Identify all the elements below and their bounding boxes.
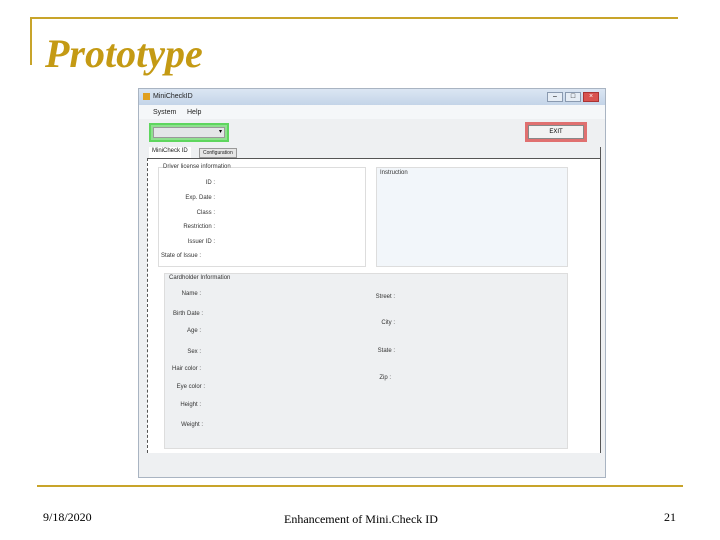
field-exp-date: Exp. Date : xyxy=(185,195,215,201)
field-id: ID : xyxy=(205,180,215,186)
app-window: MiniCheckID – □ × System Help ▾ EXIT Min… xyxy=(138,88,606,478)
instruction-group: Instruction xyxy=(376,167,568,267)
license-group-title: Driver license information xyxy=(163,164,231,170)
left-rule xyxy=(30,17,32,65)
cardholder-group-title: Cardholder Information xyxy=(169,275,231,281)
field-zip: Zip : xyxy=(379,375,391,381)
field-eye-color: Eye color : xyxy=(176,384,205,390)
field-state-of-issue: State of Issue : xyxy=(161,253,202,259)
license-group: Driver license information ID : Exp. Dat… xyxy=(158,164,366,267)
slide-footer: Enhancement of Mini.Check ID xyxy=(284,512,438,526)
tab-configuration[interactable]: Configuration xyxy=(199,148,237,158)
slide-number: 21 xyxy=(664,510,676,524)
top-rule xyxy=(30,17,678,19)
exit-label: EXIT xyxy=(528,125,584,139)
tab-strip: MiniCheck ID Configuration Driver licens… xyxy=(147,147,601,453)
app-icon xyxy=(143,93,150,100)
field-name: Name : xyxy=(181,291,201,297)
menu-bar: System Help xyxy=(139,105,605,119)
title-bar: MiniCheckID – □ × xyxy=(139,89,605,105)
field-issuer-id: Issuer ID : xyxy=(187,239,215,245)
field-street: Street : xyxy=(375,294,395,300)
cardholder-group: Cardholder Information Name : Birth Date… xyxy=(164,273,568,449)
field-restriction: Restriction : xyxy=(183,224,215,230)
field-city: City : xyxy=(381,320,395,326)
slide-date: 9/18/2020 xyxy=(43,510,92,524)
chevron-down-icon: ▾ xyxy=(153,127,225,138)
slide-title: Prototype xyxy=(45,31,203,76)
field-age: Age : xyxy=(186,328,201,334)
menu-system[interactable]: System xyxy=(153,109,176,116)
field-sex: Sex : xyxy=(187,349,201,355)
field-state: State : xyxy=(377,348,395,354)
menu-help[interactable]: Help xyxy=(187,109,201,116)
field-weight: Weight : xyxy=(181,422,203,428)
field-height: Height : xyxy=(180,402,201,408)
combo-box[interactable]: ▾ xyxy=(149,123,229,142)
bottom-rule xyxy=(37,485,683,487)
tab-panel: Driver license information ID : Exp. Dat… xyxy=(147,158,600,453)
field-birth-date: Birth Date : xyxy=(172,311,203,317)
field-hair-color: Hair color : xyxy=(171,366,201,372)
maximize-button[interactable]: □ xyxy=(565,92,581,102)
exit-button[interactable]: EXIT xyxy=(525,122,587,142)
minimize-button[interactable]: – xyxy=(547,92,563,102)
window-title: MiniCheckID xyxy=(153,93,193,100)
close-button[interactable]: × xyxy=(583,92,599,102)
instruction-group-title: Instruction xyxy=(380,170,408,176)
field-class: Class : xyxy=(196,210,215,216)
tab-minicheck[interactable]: MiniCheck ID xyxy=(149,147,191,158)
